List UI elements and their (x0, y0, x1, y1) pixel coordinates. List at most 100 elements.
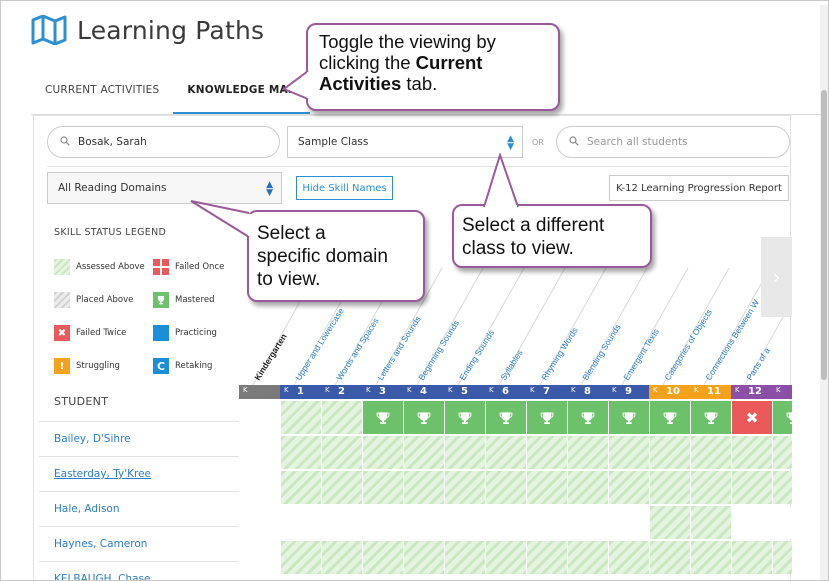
student-row[interactable]: KELBAUGH, Chase (39, 561, 239, 580)
assessed-above-cell[interactable] (322, 436, 362, 469)
assessed-above-cell[interactable] (568, 436, 608, 469)
assessed-above-cell[interactable] (527, 471, 567, 504)
domain-grade-label: K (407, 386, 412, 394)
assessed-above-cell[interactable] (404, 471, 444, 504)
assessed-above-cell[interactable] (445, 541, 485, 574)
assessed-above-cell[interactable] (445, 471, 485, 504)
assessed-above-cell[interactable] (486, 471, 526, 504)
trophy-icon[interactable] (773, 401, 792, 434)
tab-current-activities[interactable]: CURRENT ACTIVITIES (31, 71, 173, 115)
assessed-above-cell[interactable] (281, 471, 321, 504)
assessed-above-cell[interactable] (281, 401, 321, 434)
legend-label: Practicing (175, 328, 217, 338)
assessed-above-cell[interactable] (691, 506, 731, 539)
student-row[interactable]: Bailey, D'Sihre (39, 421, 239, 456)
scrollbar-thumb[interactable] (821, 90, 827, 380)
assessed-above-cell[interactable] (691, 436, 731, 469)
assessed-above-cell[interactable] (732, 541, 772, 574)
assessed-above-cell[interactable] (486, 436, 526, 469)
trophy-icon[interactable] (445, 401, 485, 434)
student-name[interactable]: KELBAUGH, Chase (54, 573, 151, 580)
trophy-icon[interactable] (404, 401, 444, 434)
assessed-above-cell[interactable] (691, 471, 731, 504)
assessed-above-cell[interactable] (609, 436, 649, 469)
assessed-above-cell[interactable] (404, 436, 444, 469)
trophy-icon (153, 292, 169, 308)
assessed-above-cell[interactable] (404, 541, 444, 574)
trophy-icon[interactable] (363, 401, 403, 434)
page-scrollbar[interactable] (820, 5, 828, 580)
domain-grade-label: K (284, 386, 289, 394)
domain-cell: K1 (280, 385, 321, 399)
domain-skill-number: 5 (461, 386, 468, 397)
empty-cell (445, 506, 485, 539)
assessed-above-cell[interactable] (363, 541, 403, 574)
legend-failed-once: Failed Once (153, 259, 224, 275)
learning-progression-report-button[interactable]: K-12 Learning Progression Report (609, 175, 789, 201)
student-row[interactable]: Hale, Adison (39, 491, 239, 526)
search-icon (60, 135, 70, 149)
assessed-above-cell[interactable] (322, 541, 362, 574)
assessed-above-cell[interactable] (773, 471, 792, 504)
domain-select-value: All Reading Domains (58, 182, 167, 194)
empty-cell (609, 506, 649, 539)
empty-cell (240, 541, 280, 574)
student-row[interactable]: Haynes, Cameron (39, 526, 239, 561)
empty-cell (773, 506, 792, 539)
assessed-above-cell[interactable] (527, 541, 567, 574)
domain-skill-number: 7 (543, 386, 550, 397)
skill-label-8: Blending Sounds (580, 322, 623, 382)
domain-grade-label: K (571, 386, 576, 394)
trophy-icon[interactable] (527, 401, 567, 434)
skill-label-5: Ending Sounds (457, 328, 496, 382)
domain-skill-number: 11 (707, 386, 721, 397)
assessed-above-cell[interactable] (650, 471, 690, 504)
scroll-right-button[interactable]: › (761, 237, 792, 317)
skill-label-4: Beginning Sounds (416, 318, 461, 382)
assessed-above-cell[interactable] (527, 436, 567, 469)
domain-cell: K (239, 385, 280, 399)
close-icon[interactable]: ✖ (732, 401, 772, 434)
assessed-above-cell[interactable] (445, 436, 485, 469)
student-name[interactable]: Bailey, D'Sihre (54, 433, 131, 445)
assessed-above-cell[interactable] (363, 436, 403, 469)
student-row[interactable]: Easterday, Ty'Kree (39, 456, 239, 491)
student-name[interactable]: Easterday, Ty'Kree (54, 468, 151, 480)
assessed-above-cell[interactable] (650, 436, 690, 469)
assessed-above-cell[interactable] (732, 471, 772, 504)
student-name[interactable]: Haynes, Cameron (54, 538, 147, 550)
trophy-icon[interactable] (691, 401, 731, 434)
domain-skill-number: 10 (666, 386, 680, 397)
assessed-above-cell[interactable] (691, 541, 731, 574)
page-title: Learning Paths (77, 15, 265, 45)
student-name[interactable]: Hale, Adison (54, 503, 120, 515)
assessed-above-cell[interactable] (281, 541, 321, 574)
domain-cell: K2 (321, 385, 362, 399)
assessed-above-cell[interactable] (363, 471, 403, 504)
assessed-above-cell[interactable] (609, 541, 649, 574)
skill-label-6: Syllables (498, 348, 525, 382)
domain-skill-number: 1 (297, 386, 304, 397)
assessed-above-cell[interactable] (568, 541, 608, 574)
trophy-icon[interactable] (650, 401, 690, 434)
hide-skill-names-button[interactable]: Hide Skill Names (296, 176, 393, 200)
domain-grade-label: K (694, 386, 699, 394)
all-students-search-input[interactable]: Search all students (556, 126, 790, 158)
legend-label: Struggling (76, 361, 120, 371)
assessed-above-cell[interactable] (732, 436, 772, 469)
assessed-above-cell[interactable] (650, 506, 690, 539)
assessed-above-cell[interactable] (773, 541, 792, 574)
assessed-above-cell[interactable] (281, 436, 321, 469)
domain-skill-number: 8 (584, 386, 591, 397)
trophy-icon[interactable] (609, 401, 649, 434)
trophy-icon[interactable] (486, 401, 526, 434)
student-search-input[interactable]: Bosak, Sarah (47, 126, 280, 158)
assessed-above-cell[interactable] (486, 541, 526, 574)
assessed-above-cell[interactable] (650, 541, 690, 574)
assessed-above-cell[interactable] (322, 471, 362, 504)
assessed-above-cell[interactable] (568, 471, 608, 504)
assessed-above-cell[interactable] (609, 471, 649, 504)
assessed-above-cell[interactable] (322, 401, 362, 434)
trophy-icon[interactable] (568, 401, 608, 434)
assessed-above-cell[interactable] (773, 436, 792, 469)
